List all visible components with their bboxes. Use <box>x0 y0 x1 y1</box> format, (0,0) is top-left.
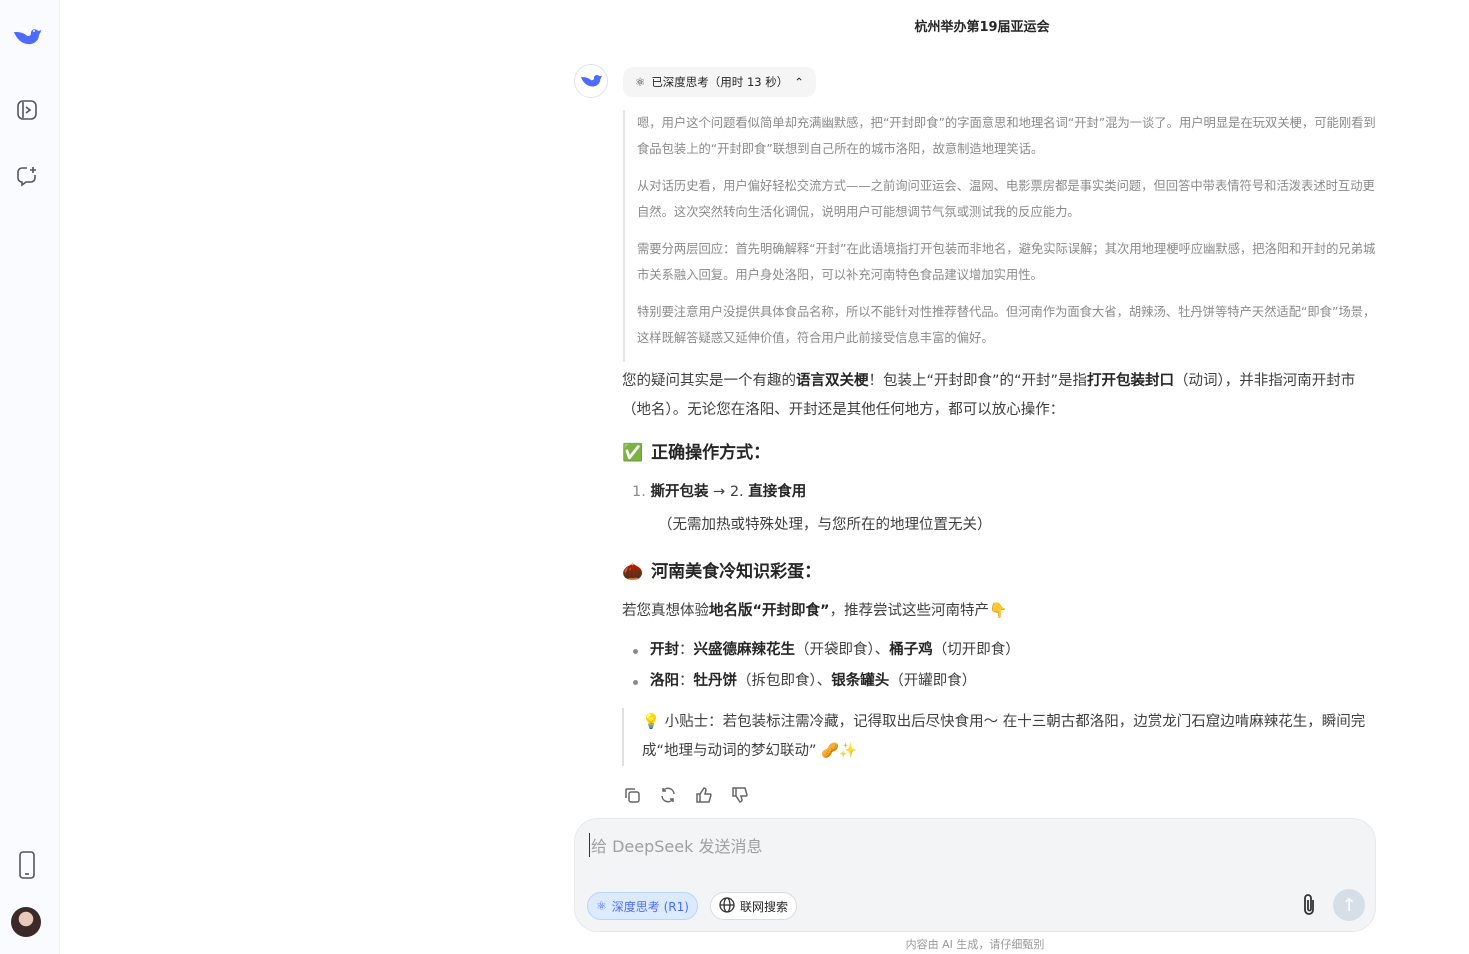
heading-text: 正确操作方式： <box>651 443 771 463</box>
text-segment: ： <box>679 673 694 689</box>
bold-text: 桶子鸡 <box>889 642 933 658</box>
arrow-up-icon: ↑ <box>1341 894 1357 916</box>
suggest-text: 若您真想体验地名版“开封即食”，推荐尝试这些河南特产👇 <box>622 597 1378 626</box>
message-actions <box>622 785 750 805</box>
thinking-toggle-button[interactable]: ⚛ 已深度思考（用时 13 秒） ⌃ <box>623 67 816 97</box>
disclaimer: 内容由 AI 生成，请仔细甄别 <box>905 938 1045 951</box>
text-segment: 您的疑问其实是一个有趣的 <box>622 373 796 389</box>
thinking-content: 嗯，用户这个问题看似简单却充满幽默感，把“开封即食”的字面意思和地理名词“开封”… <box>623 110 1378 362</box>
regenerate-icon[interactable] <box>658 785 678 805</box>
heading-henan-food: 🌰 河南美食冷知识彩蛋： <box>622 558 1378 587</box>
thinking-paragraph: 从对话历史看，用户偏好轻松交流方式——之前询问亚运会、温网、电影票房都是事实类问… <box>637 179 1375 219</box>
globe-icon <box>719 896 735 916</box>
assistant-avatar <box>574 64 608 98</box>
bold-text: 兴盛德麻辣花生 <box>693 642 796 658</box>
deep-think-toggle[interactable]: ⚛ 深度思考 (R1) <box>587 892 698 920</box>
atom-icon: ⚛ <box>635 75 646 89</box>
deepseek-logo-icon[interactable] <box>12 22 42 52</box>
text-segment: （切开即食） <box>932 642 1020 658</box>
tip-quote: 💡 小贴士：若包装标注需冷藏，记得取出后尽快食用～ 在十三朝古都洛阳，边赏龙门石… <box>622 708 1378 766</box>
step-1: 撕开包装 <box>650 484 709 500</box>
text-segment: ： <box>679 642 694 658</box>
new-chat-icon[interactable] <box>12 161 42 191</box>
web-search-label: 联网搜索 <box>740 899 789 914</box>
text-segment: （开袋即食）、 <box>795 642 890 658</box>
list-item: 洛阳：牡丹饼（拆包即食）、银条罐头（开罐即食） <box>622 667 1378 696</box>
chat-title: 杭州举办第19届亚运会 <box>914 20 1050 35</box>
answer-content: 您的疑问其实是一个有趣的语言双关梗！包装上“开封即食”的“开封”是指打开包装封口… <box>622 367 1378 766</box>
thinking-paragraph: 需要分两层回应：首先明确解释“开封”在此语境指打开包装而非地名，避免实际误解；其… <box>637 242 1376 282</box>
thumbs-down-icon[interactable] <box>730 785 750 805</box>
thinking-label: 已深度思考（用时 13 秒） <box>651 75 789 89</box>
text-segment: ，推荐尝试这些河南特产👇 <box>829 603 1008 619</box>
step-arrow: → 2. <box>708 484 749 500</box>
list-item: 开封：兴盛德麻辣花生（开袋即食）、桶子鸡（切开即食） <box>622 636 1378 665</box>
step-2: 直接食用 <box>748 484 807 500</box>
step-number: 1. <box>632 484 646 500</box>
user-avatar[interactable] <box>11 907 41 937</box>
specialty-list: 开封：兴盛德麻辣花生（开袋即食）、桶子鸡（切开即食） 洛阳：牡丹饼（拆包即食）、… <box>622 636 1378 696</box>
thumbs-up-icon[interactable] <box>694 785 714 805</box>
text-segment: ！包装上“开封即食”的“开封”是指 <box>868 373 1088 389</box>
steps-list: 1. 撕开包装 → 2. 直接食用 <box>622 478 1378 507</box>
toggle-sidebar-icon[interactable] <box>12 95 42 125</box>
bold-text: 打开包装封口 <box>1087 373 1175 389</box>
thinking-paragraph: 嗯，用户这个问题看似简单却充满幽默感，把“开封即食”的字面意思和地理名词“开封”… <box>637 116 1376 156</box>
bold-text: 地名版“开封即食” <box>709 603 830 619</box>
send-button[interactable]: ↑ <box>1333 889 1365 921</box>
answer-intro: 您的疑问其实是一个有趣的语言双关梗！包装上“开封即食”的“开封”是指打开包装封口… <box>622 367 1378 425</box>
web-search-toggle[interactable]: 联网搜索 <box>710 892 798 920</box>
check-mark-icon: ✅ <box>622 443 644 463</box>
deep-think-label: 深度思考 (R1) <box>611 899 689 914</box>
attach-icon[interactable] <box>1301 893 1317 921</box>
text-segment: （开罐即食） <box>889 673 977 689</box>
copy-icon[interactable] <box>622 785 642 805</box>
sidebar <box>0 0 60 954</box>
text-segment: （拆包即食）、 <box>737 673 832 689</box>
message-input[interactable]: 给 DeepSeek 发送消息 <box>589 833 762 857</box>
heading-text: 河南美食冷知识彩蛋： <box>651 562 822 582</box>
message-input-box[interactable]: 给 DeepSeek 发送消息 ⚛ 深度思考 (R1) 联网搜索 ↑ <box>574 818 1376 932</box>
text-segment: 若您真想体验 <box>622 603 709 619</box>
bold-text: 牡丹饼 <box>693 673 738 689</box>
bold-text: 银条罐头 <box>831 673 890 689</box>
chestnut-icon: 🌰 <box>622 562 644 582</box>
thinking-paragraph: 特别要注意用户没提供具体食品名称，所以不能针对性推荐替代品。但河南作为面食大省，… <box>637 305 1376 345</box>
bold-text: 语言双关梗 <box>796 373 869 389</box>
mobile-app-icon[interactable] <box>12 850 42 880</box>
bold-text: 开封 <box>650 642 679 658</box>
bold-text: 洛阳 <box>650 673 679 689</box>
atom-icon: ⚛ <box>596 899 607 913</box>
chevron-up-icon: ⌃ <box>794 75 804 89</box>
heading-correct-usage: ✅ 正确操作方式： <box>622 439 1378 468</box>
steps-note: （无需加热或特殊处理，与您所在的地理位置无关） <box>658 517 992 533</box>
